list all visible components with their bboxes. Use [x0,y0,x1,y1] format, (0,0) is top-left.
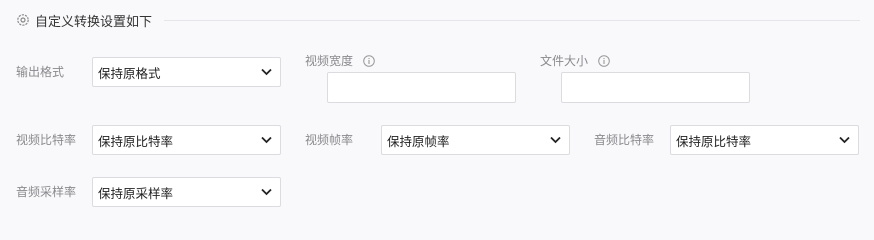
gear-icon [16,13,30,27]
video-framerate-label: 视频帧率 [305,133,354,147]
chevron-down-icon [261,68,272,76]
chevron-down-icon [261,136,272,144]
section-title: 自定义转换设置如下 [35,14,153,30]
video-bitrate-select[interactable]: 保持原比特率 [92,125,281,155]
video-framerate-value: 保持原帧率 [387,133,450,149]
video-width-label-text: 视频宽度 [305,54,354,68]
info-icon[interactable] [363,55,375,67]
video-bitrate-label: 视频比特率 [16,133,77,147]
video-bitrate-value: 保持原比特率 [98,133,174,149]
chevron-down-icon [550,136,561,144]
audio-bitrate-label: 音频比特率 [594,133,655,147]
info-icon[interactable] [598,55,610,67]
file-size-label-text: 文件大小 [540,54,589,68]
video-framerate-select[interactable]: 保持原帧率 [381,125,570,155]
audio-samplerate-select[interactable]: 保持原采样率 [92,177,281,207]
section-header: 自定义转换设置如下 [16,10,860,30]
audio-samplerate-label: 音频采样率 [16,185,77,199]
chevron-down-icon [261,188,272,196]
audio-samplerate-value: 保持原采样率 [98,185,174,201]
file-size-input[interactable] [561,72,750,103]
video-width-label: 视频宽度 [305,53,375,69]
output-format-label: 输出格式 [16,65,65,79]
file-size-label: 文件大小 [540,53,610,69]
audio-bitrate-select[interactable]: 保持原比特率 [670,125,859,155]
output-format-value: 保持原格式 [98,65,161,81]
chevron-down-icon [839,136,850,144]
divider [164,19,860,21]
video-width-input[interactable] [327,72,516,103]
output-format-select[interactable]: 保持原格式 [92,57,281,87]
audio-bitrate-value: 保持原比特率 [676,133,752,149]
